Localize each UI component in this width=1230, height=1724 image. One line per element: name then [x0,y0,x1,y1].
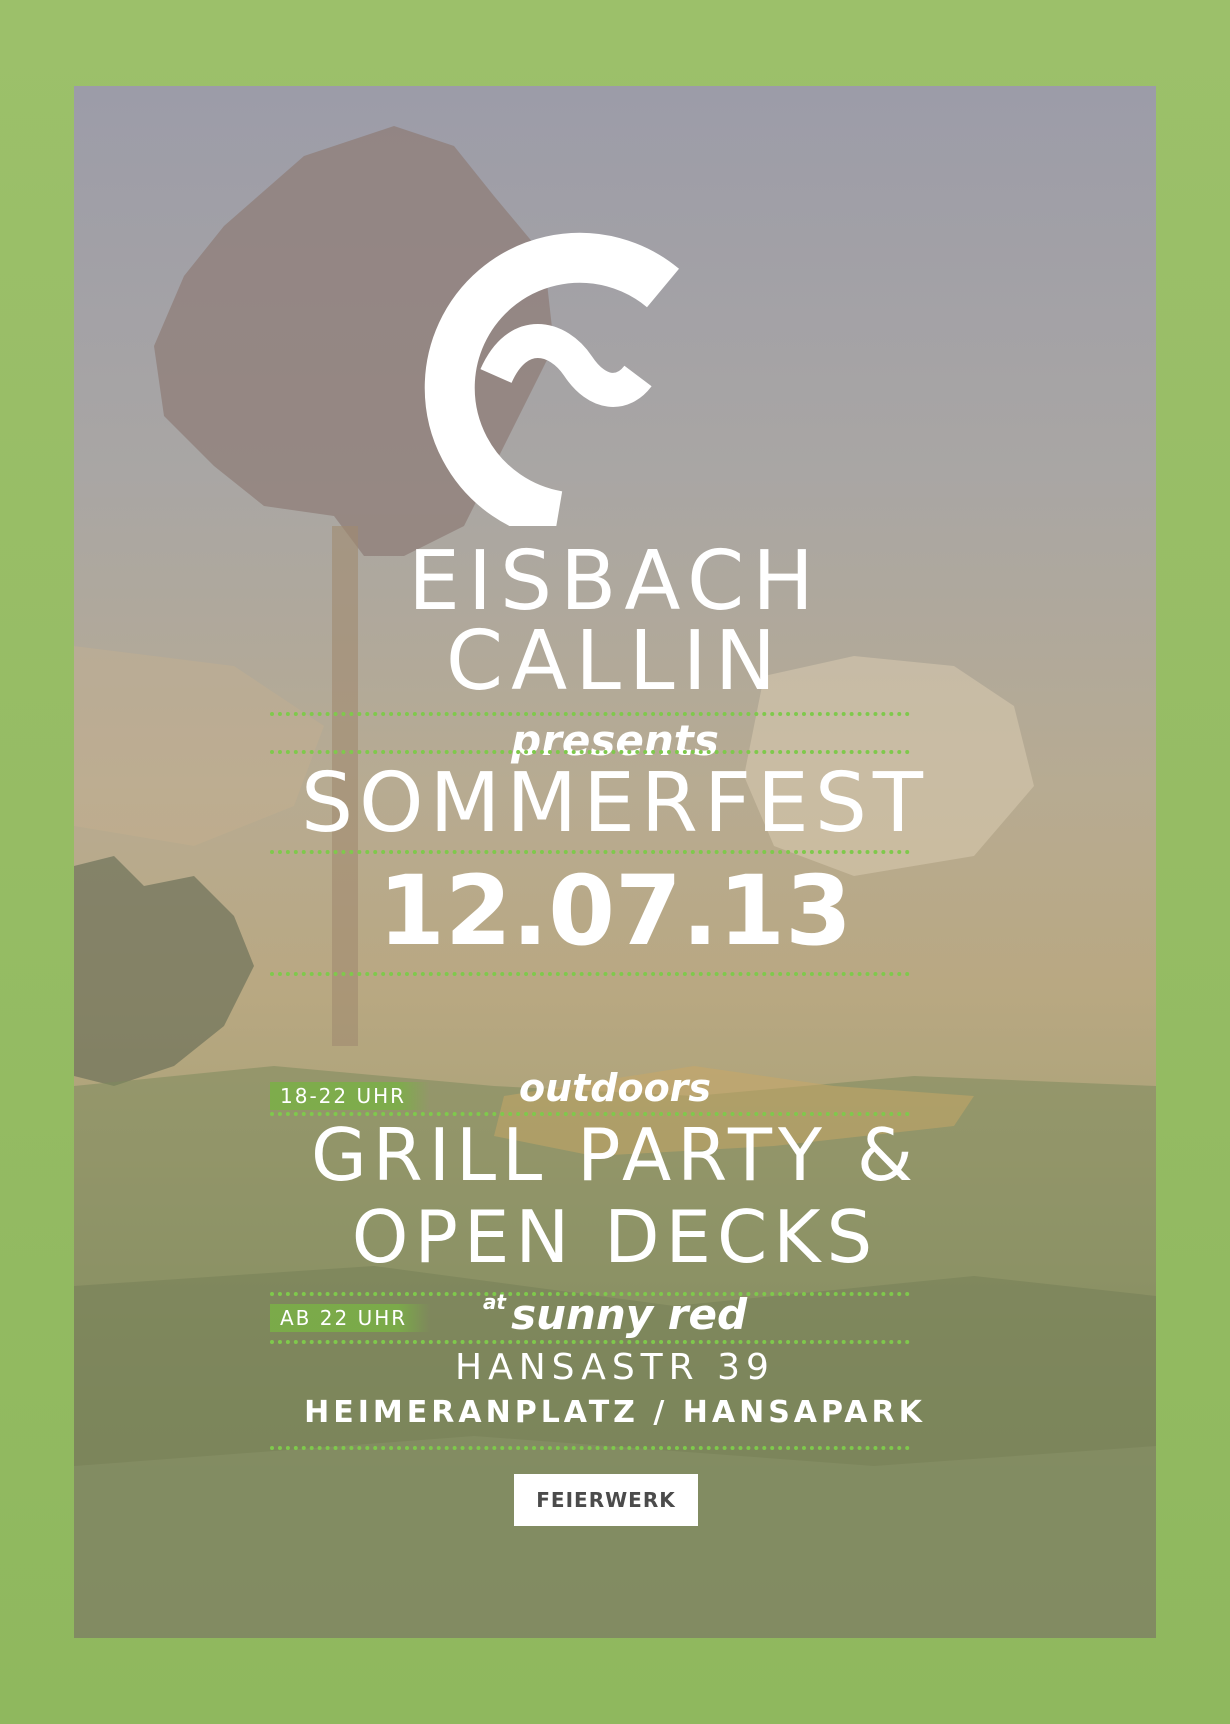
at-text: at [482,1290,506,1314]
brand-name-line2: CALLIN [445,614,785,709]
address-area: HEIMERANPLATZ / HANSAPARK [304,1395,926,1430]
poster: EISBACH CALLIN presents SOMMERFEST 12.07… [0,0,1230,1724]
eisbach-callin-logo [424,232,679,526]
feierwerk-logo: FEIERWERK [514,1474,698,1526]
venue-name: sunny red [511,1290,748,1339]
grill-party-line: GRILL PARTY & [310,1113,919,1197]
event-title: SOMMERFEST [301,756,929,851]
outdoors-label: outdoors [518,1066,712,1110]
divider [270,1446,910,1450]
address-street: HANSASTR 39 [455,1347,775,1388]
poster-artwork: EISBACH CALLIN presents SOMMERFEST 12.07… [74,86,1156,1638]
open-decks-line: OPEN DECKS [351,1195,879,1279]
venue-line: at sunny red [74,1290,1156,1340]
event-date: 12.07.13 [378,855,852,967]
divider [270,972,910,976]
